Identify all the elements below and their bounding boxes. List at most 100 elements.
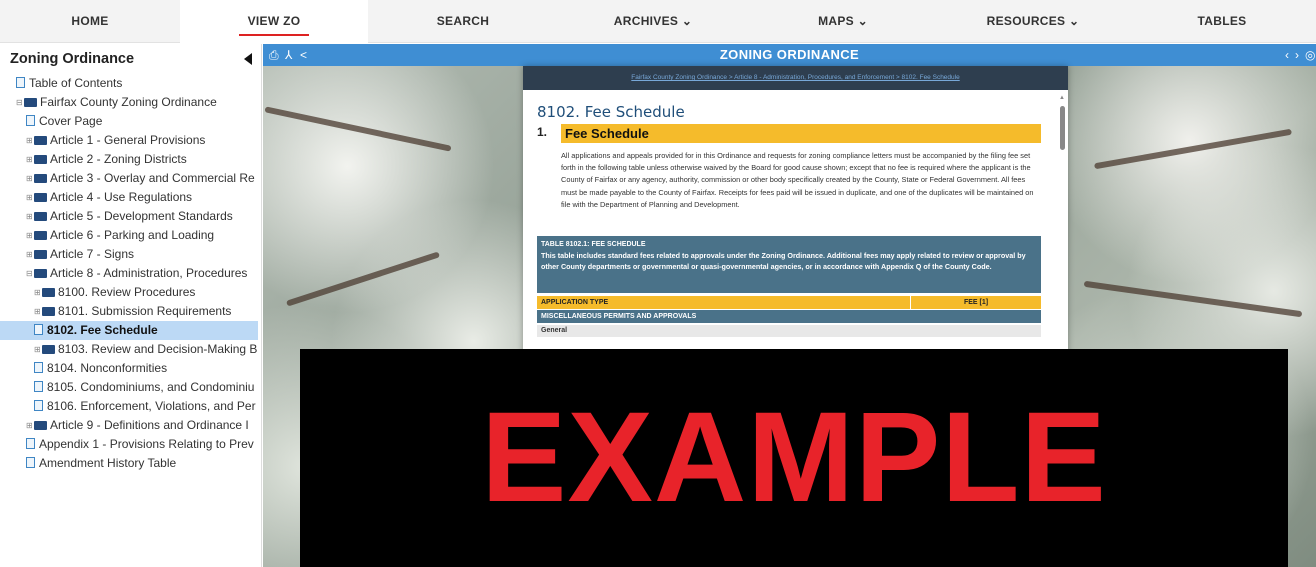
branch-shape [1093, 128, 1293, 170]
expand-node-icon[interactable]: ⊞ [26, 226, 34, 245]
folder-icon [34, 193, 47, 202]
doc-icon [34, 381, 43, 392]
toc-item-article-7[interactable]: ⊞ Article 7 - Signs [0, 245, 261, 264]
scroll-up-icon[interactable]: ▲ [1059, 95, 1065, 101]
collapse-node-icon[interactable]: ⊟ [16, 93, 24, 112]
toc-item-8103[interactable]: ⊞ 8103. Review and Decision-Making B [0, 340, 261, 359]
toc-item-label: Article 7 - Signs [50, 247, 135, 261]
folder-icon [34, 155, 47, 164]
column-fee: FEE [1] [910, 296, 1041, 309]
toc-item-label: 8104. Nonconformities [47, 361, 168, 375]
folder-icon [42, 345, 55, 354]
toc-item-article-5[interactable]: ⊞ Article 5 - Development Standards [0, 207, 261, 226]
toc-tree: Table of Contents ⊟ Fairfax County Zoning… [0, 74, 261, 473]
toc-item-table-of-contents[interactable]: Table of Contents [0, 74, 261, 93]
active-tab-underline [239, 34, 309, 36]
settings-icon[interactable]: ◎ [1305, 47, 1315, 63]
toc-item-label: Fairfax County Zoning Ordinance [40, 95, 217, 109]
nav-resources[interactable]: RESOURCES ⌄ [938, 0, 1128, 43]
toc-item-article-9[interactable]: ⊞ Article 9 - Definitions and Ordinance I [0, 416, 261, 435]
toc-item-label: Article 1 - General Provisions [50, 133, 206, 147]
doc-icon [34, 400, 43, 411]
toc-item-article-3[interactable]: ⊞ Article 3 - Overlay and Commercial Re [0, 169, 261, 188]
toc-item-8106[interactable]: 8106. Enforcement, Violations, and Per [0, 397, 261, 416]
toc-item-article-6[interactable]: ⊞ Article 6 - Parking and Loading [0, 226, 261, 245]
toc-item-article-2[interactable]: ⊞ Article 2 - Zoning Districts [0, 150, 261, 169]
toc-item-article-4[interactable]: ⊞ Article 4 - Use Regulations [0, 188, 261, 207]
table-caption: TABLE 8102.1: FEE SCHEDULE This table in… [537, 236, 1041, 293]
folder-icon [34, 421, 47, 430]
toc-item-label: Article 6 - Parking and Loading [50, 228, 215, 242]
doc-icon [26, 115, 35, 126]
prev-icon[interactable]: ‹ [1285, 47, 1289, 63]
toc-item-article-8[interactable]: ⊟ Article 8 - Administration, Procedures [0, 264, 261, 283]
folder-icon [24, 98, 37, 107]
doc-icon [26, 438, 35, 449]
doc-icon [34, 324, 43, 335]
collapse-node-icon[interactable]: ⊟ [26, 264, 34, 283]
nav-archives[interactable]: ARCHIVES ⌄ [558, 0, 748, 43]
toc-item-8102-selected[interactable]: 8102. Fee Schedule [0, 321, 258, 340]
expand-node-icon[interactable]: ⊞ [26, 245, 34, 264]
branch-shape [285, 251, 441, 307]
nav-maps[interactable]: MAPS ⌄ [748, 0, 938, 43]
expand-node-icon[interactable]: ⊞ [34, 302, 42, 321]
top-navigation: HOME VIEW ZO SEARCH ARCHIVES ⌄ MAPS ⌄ RE… [0, 0, 1316, 43]
expand-node-icon[interactable]: ⊞ [26, 188, 34, 207]
table-subsection-row: General [537, 325, 1041, 337]
document-scrollbar[interactable] [1060, 106, 1065, 150]
expand-node-icon[interactable]: ⊞ [26, 150, 34, 169]
folder-icon [42, 288, 55, 297]
document-breadcrumb[interactable]: Fairfax County Zoning Ordinance > Articl… [523, 66, 1068, 90]
fee-paragraph: All applications and appeals provided fo… [561, 151, 1034, 209]
toc-item-8105[interactable]: 8105. Condominiums, and Condominiu [0, 378, 261, 397]
toc-item-label: 8101. Submission Requirements [58, 304, 232, 318]
folder-icon [42, 307, 55, 316]
viewer-toolbar: ⎙ ⅄ < ZONING ORDINANCE ‹ › ◎ [263, 44, 1316, 66]
table-caption-label: TABLE 8102.1: FEE SCHEDULE [541, 241, 646, 248]
viewer-title: ZONING ORDINANCE [719, 47, 860, 62]
folder-icon [34, 269, 47, 278]
toc-item-label: Table of Contents [29, 76, 123, 90]
folder-icon [34, 136, 47, 145]
toc-item-article-1[interactable]: ⊞ Article 1 - General Provisions [0, 131, 261, 150]
nav-view-zo-label: VIEW ZO [247, 14, 301, 28]
toc-item-amendment-history[interactable]: Amendment History Table [0, 454, 261, 473]
next-icon[interactable]: › [1295, 47, 1299, 63]
folder-icon [34, 212, 47, 221]
nav-view-zo[interactable]: VIEW ZO [180, 0, 368, 43]
doc-icon [16, 77, 25, 88]
doc-icon [26, 457, 35, 468]
toc-item-label: Article 5 - Development Standards [50, 209, 233, 223]
nav-home[interactable]: HOME [0, 0, 180, 43]
table-caption-text: This table includes standard fees relate… [541, 251, 1026, 271]
example-overlay: EXAMPLE [300, 349, 1288, 567]
toc-item-label: Appendix 1 - Provisions Relating to Prev [39, 437, 254, 451]
toc-item-8100[interactable]: ⊞ 8100. Review Procedures [0, 283, 261, 302]
column-application-type: APPLICATION TYPE [541, 299, 609, 306]
sidebar: Zoning Ordinance Table of Contents ⊟ Fair… [0, 44, 262, 567]
toc-item-label: Article 3 - Overlay and Commercial Re [50, 171, 255, 185]
toc-item-8101[interactable]: ⊞ 8101. Submission Requirements [0, 302, 261, 321]
toc-item-fairfax-county-zoning-ordinance[interactable]: ⊟ Fairfax County Zoning Ordinance [0, 93, 261, 112]
toc-item-label: Article 9 - Definitions and Ordinance I [50, 418, 249, 432]
expand-node-icon[interactable]: ⊞ [26, 131, 34, 150]
expand-node-icon[interactable]: ⊞ [34, 283, 42, 302]
toc-item-label: Article 2 - Zoning Districts [50, 152, 187, 166]
toc-item-8104[interactable]: 8104. Nonconformities [0, 359, 261, 378]
collapse-sidebar-icon[interactable] [244, 53, 252, 65]
nav-tables[interactable]: TABLES [1128, 0, 1316, 43]
toc-item-label: Amendment History Table [39, 456, 177, 470]
expand-node-icon[interactable]: ⊞ [34, 340, 42, 359]
folder-icon [34, 231, 47, 240]
nav-search[interactable]: SEARCH [368, 0, 558, 43]
toc-item-label: 8100. Review Procedures [58, 285, 196, 299]
expand-node-icon[interactable]: ⊞ [26, 416, 34, 435]
table-section-row: MISCELLANEOUS PERMITS AND APPROVALS [537, 310, 1041, 323]
expand-node-icon[interactable]: ⊞ [26, 169, 34, 188]
toc-item-appendix-1[interactable]: Appendix 1 - Provisions Relating to Prev [0, 435, 261, 454]
toc-item-label: Article 4 - Use Regulations [50, 190, 193, 204]
expand-node-icon[interactable]: ⊞ [26, 207, 34, 226]
toc-item-cover-page[interactable]: Cover Page [0, 112, 261, 131]
toc-item-label: Cover Page [39, 114, 103, 128]
